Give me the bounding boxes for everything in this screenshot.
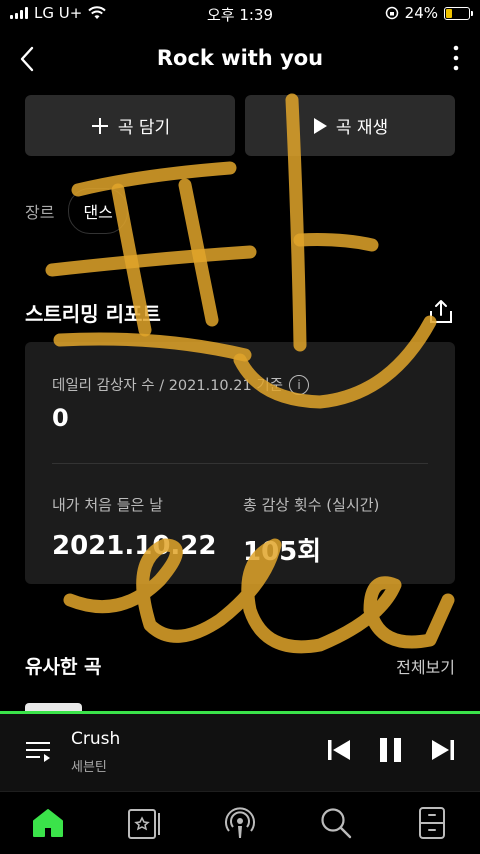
total-plays-label: 총 감상 횟수 (실시간)	[243, 496, 380, 514]
total-plays-value: 105회	[243, 537, 322, 567]
add-song-button[interactable]: 곡 담기	[25, 95, 235, 156]
play-song-label: 곡 재생	[335, 118, 389, 138]
daily-listeners-label-row: 데일리 감상자 수 / 2021.10.21 기준 i	[52, 374, 310, 395]
queue-icon[interactable]	[24, 737, 52, 765]
status-right: 24%	[385, 4, 473, 22]
genre-chip[interactable]: 댄스	[68, 188, 128, 234]
action-buttons: 곡 담기 곡 재생	[25, 95, 455, 156]
next-icon[interactable]	[428, 735, 458, 765]
bottom-nav	[0, 791, 480, 854]
similar-title: 유사한 곡	[25, 656, 102, 678]
playback-progress	[0, 711, 480, 714]
library-icon[interactable]	[126, 805, 162, 841]
report-card: 데일리 감상자 수 / 2021.10.21 기준 i 0 내가 처음 들은 날…	[25, 342, 455, 584]
plus-icon	[91, 117, 108, 134]
search-icon[interactable]	[318, 805, 354, 841]
daily-listeners-value: 0	[52, 404, 69, 432]
divider	[52, 463, 428, 464]
play-icon	[313, 117, 327, 134]
total-plays-block: 총 감상 횟수 (실시간) 105회	[243, 494, 379, 568]
home-icon[interactable]	[30, 805, 66, 841]
first-listen-label: 내가 처음 들은 날	[52, 496, 163, 514]
see-all-link[interactable]: 전체보기	[396, 654, 455, 678]
report-header: 스트리밍 리포트	[25, 298, 455, 328]
first-listen-value: 2021.10.22	[52, 531, 217, 561]
genre-row: 장르 댄스	[25, 188, 128, 234]
add-song-label: 곡 담기	[117, 118, 171, 138]
storage-icon[interactable]	[414, 805, 450, 841]
report-title: 스트리밍 리포트	[25, 302, 161, 326]
mini-player[interactable]: Crush 세븐틴	[0, 711, 480, 791]
rotation-lock-icon	[385, 6, 398, 20]
battery-percent: 24%	[404, 4, 438, 22]
similar-header: 유사한 곡 전체보기	[25, 652, 455, 678]
now-playing-title: Crush	[71, 729, 121, 749]
info-icon[interactable]: i	[289, 374, 310, 395]
pause-icon[interactable]	[376, 735, 406, 765]
battery-icon	[444, 6, 473, 20]
play-song-button[interactable]: 곡 재생	[245, 95, 455, 156]
header: Rock with you	[0, 38, 480, 80]
status-bar: LG U+ 오후 1:39 24%	[0, 0, 480, 28]
genre-label: 장르	[25, 203, 55, 222]
first-listen-block: 내가 처음 들은 날 2021.10.22	[52, 494, 216, 561]
previous-icon[interactable]	[324, 735, 354, 765]
podcast-icon[interactable]	[222, 805, 258, 841]
page-title: Rock with you	[156, 46, 324, 70]
more-icon[interactable]	[448, 42, 464, 74]
share-icon[interactable]	[427, 298, 455, 326]
now-playing-artist: 세븐틴	[71, 760, 107, 775]
daily-listeners-label: 데일리 감상자 수 / 2021.10.21 기준	[52, 378, 284, 394]
